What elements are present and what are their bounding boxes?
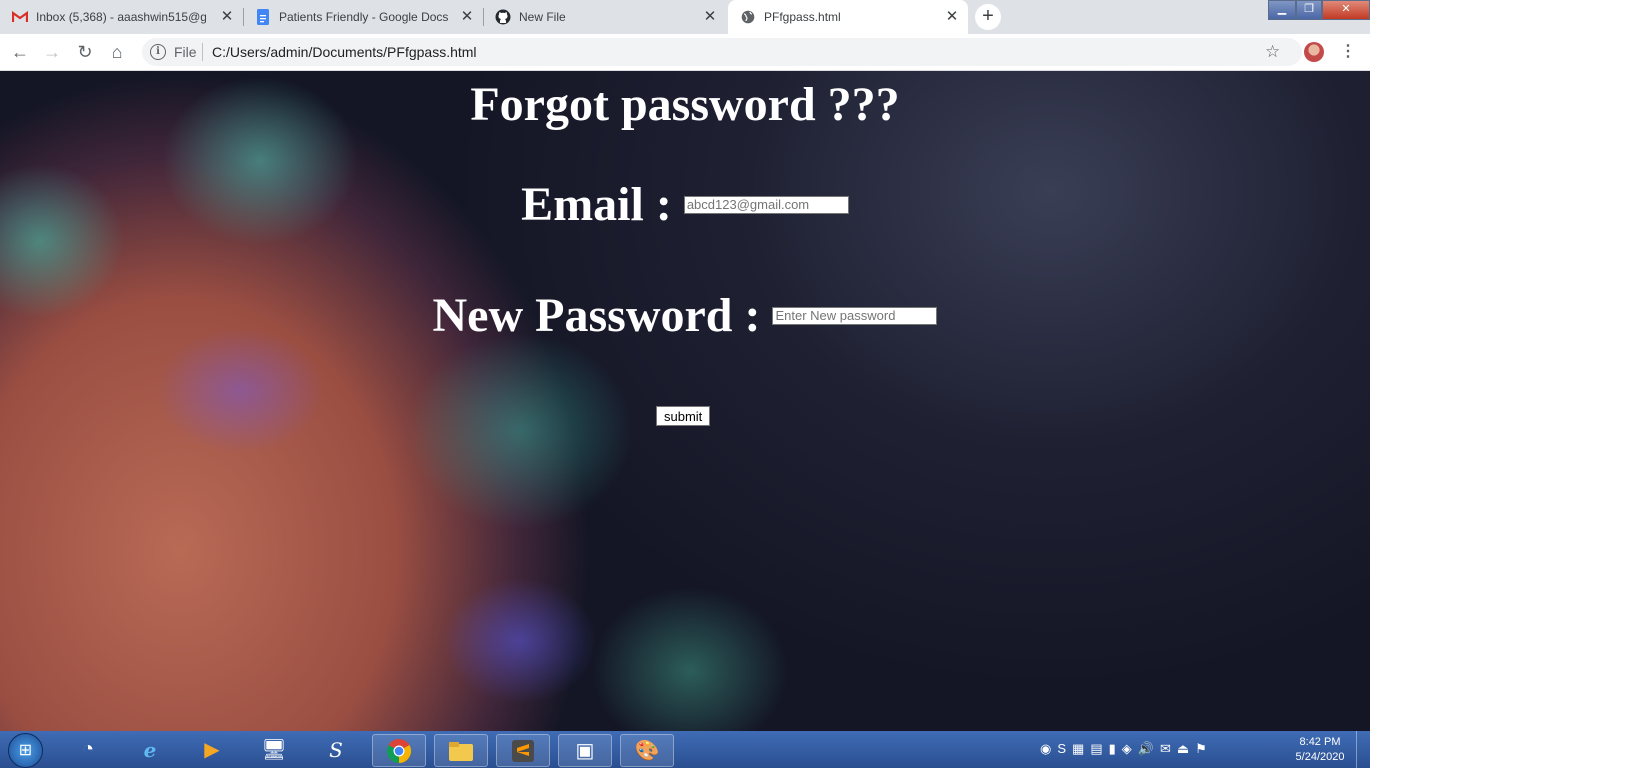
minimize-button[interactable]: ▁ [1268,0,1296,20]
email-field[interactable] [683,195,849,214]
media-player-icon[interactable]: ▶ [186,734,238,765]
email-label: Email : [521,178,672,231]
tray-app-icon[interactable]: ▤ [1090,741,1102,757]
reload-icon[interactable]: ↻ [75,42,95,62]
clock-date: 5/24/2020 [1295,751,1345,763]
new-password-field[interactable] [772,306,938,325]
url-text[interactable]: C:/Users/admin/Documents/PFfgpass.html [212,44,477,60]
tray-app-icon[interactable]: ◈ [1122,741,1132,757]
safely-remove-icon[interactable]: ⏏ [1177,741,1189,757]
volume-icon[interactable]: 🔊 [1138,741,1154,757]
bookmark-star-icon[interactable]: ☆ [1265,42,1280,62]
clock-time: 8:42 PM [1299,736,1341,748]
system-tray: ◉ S ▦ ▤ ▮ ◈ 🔊 ✉ ⏏ ⚑ [1040,741,1207,757]
page-viewport: Forgot password ??? Email : New Password… [0,71,1370,731]
tab-title: Inbox (5,368) - aaashwin515@gm [36,10,206,24]
sublime-text-icon[interactable] [496,734,550,767]
submit-button[interactable]: submit [656,406,711,426]
paint-icon[interactable]: 🎨 [620,734,674,767]
email-row: Email : [0,177,1370,232]
chromium-taskbar-icon[interactable]: ◔ [62,734,114,765]
tab-title: PFfgpass.html [764,10,841,24]
docs-icon [255,9,271,25]
close-tab-icon[interactable]: ✕ [702,9,718,25]
tab-title: New File [519,10,566,24]
tab-gmail[interactable]: Inbox (5,368) - aaashwin515@gm ✕ [0,0,244,34]
remote-desktop-icon[interactable]: ▣ [558,734,612,767]
screen: Inbox (5,368) - aaashwin515@gm ✕ Patient… [0,0,1370,768]
address-bar[interactable]: i File C:/Users/admin/Documents/PFfgpass… [142,38,1302,66]
tray-app-icon[interactable]: ▦ [1072,741,1084,757]
tray-app-icon[interactable]: ✉ [1160,741,1171,757]
maximize-button[interactable]: ❐ [1296,0,1322,20]
network-signal-icon[interactable]: ▮ [1109,741,1116,757]
tray-app-icon[interactable]: S [1057,741,1066,757]
file-explorer-icon[interactable] [434,734,488,767]
forward-arrow-icon[interactable]: → [42,42,62,62]
close-window-button[interactable]: ✕ [1322,0,1370,20]
start-button[interactable]: ⊞ [8,733,43,768]
kebab-menu-icon[interactable]: ⋮ [1340,41,1356,61]
tab-title: Patients Friendly - Google Docs [279,10,449,24]
action-center-icon[interactable]: ⚑ [1195,741,1207,757]
tab-strip: Inbox (5,368) - aaashwin515@gm ✕ Patient… [0,0,1370,34]
chrome-taskbar-icon[interactable] [372,734,426,767]
show-desktop-button[interactable] [1356,731,1371,768]
tab-new-file[interactable]: New File ✕ [483,0,726,34]
gmail-icon [12,9,28,25]
forgot-password-form: Forgot password ??? Email : New Password… [0,71,1370,731]
taskbar-clock[interactable]: 8:42 PM 5/24/2020 [1290,735,1350,765]
window-controls: ▁ ❐ ✕ [1268,0,1370,20]
tray-app-icon[interactable]: ◉ [1040,741,1051,757]
omnibox-divider [202,43,203,61]
browser-toolbar: ← → ↻ ⌂ i File C:/Users/admin/Documents/… [0,34,1370,71]
new-password-label: New Password : [432,289,761,342]
url-scheme: File [174,44,197,60]
info-icon[interactable]: i [150,44,166,60]
tab-pffgpass[interactable]: PFfgpass.html ✕ [728,0,968,34]
close-tab-icon[interactable]: ✕ [459,9,475,25]
back-arrow-icon[interactable]: ← [10,42,30,62]
s-app-icon[interactable]: S [310,734,362,765]
home-icon[interactable]: ⌂ [107,42,127,62]
internet-explorer-icon[interactable]: e [124,734,176,765]
new-tab-button[interactable]: + [975,4,1001,30]
network-computer-icon[interactable]: 🖥 [248,734,300,765]
close-tab-icon[interactable]: ✕ [219,9,235,25]
github-icon [495,9,511,25]
profile-avatar[interactable] [1304,42,1324,62]
windows-taskbar: ⊞ ◔ e ▶ 🖥 S ▣ 🎨 ◉ S ▦ ▤ ▮ ◈ 🔊 ✉ ⏏ ⚑ 8:42… [0,731,1370,768]
close-tab-icon[interactable]: ✕ [944,9,960,25]
password-row: New Password : [0,288,1370,343]
tab-google-docs[interactable]: Patients Friendly - Google Docs ✕ [243,0,484,34]
globe-icon [740,9,756,25]
page-title: Forgot password ??? [470,78,900,131]
